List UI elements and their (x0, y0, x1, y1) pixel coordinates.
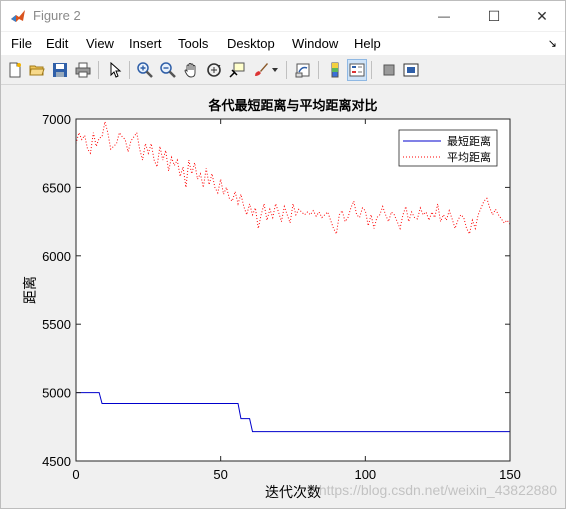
close-icon: ✕ (536, 7, 548, 24)
print-icon[interactable] (73, 59, 93, 81)
brush-icon[interactable] (251, 59, 271, 81)
hide-plot-tools-icon[interactable] (379, 59, 399, 81)
colorbar-icon[interactable] (325, 59, 345, 81)
y-axis-label: 距离 (22, 276, 38, 304)
edit-plot-icon[interactable] (105, 59, 125, 81)
rotate-3d-icon[interactable] (204, 59, 224, 81)
minimize-icon: — (438, 9, 450, 23)
toolbar-separator (98, 61, 99, 79)
matlab-logo-icon (11, 10, 25, 22)
y-tick-label: 5000 (42, 386, 71, 401)
toolbar-separator (318, 61, 319, 79)
menu-desktop[interactable]: Desktop (227, 36, 275, 51)
figure-plot[interactable]: 0 50 100 150 4500 5000 5500 6000 6500 7000 各代最短距离… (1, 85, 565, 508)
new-figure-icon[interactable] (5, 59, 25, 81)
save-icon[interactable] (50, 59, 70, 81)
x-tick-label: 150 (499, 467, 521, 482)
zoom-in-icon[interactable] (135, 59, 155, 81)
menu-bar: File Edit View Insert Tools Desktop Wind… (1, 32, 565, 55)
close-button[interactable]: ✕ (519, 1, 565, 31)
y-tick-label: 6500 (42, 180, 71, 195)
legend-label-min: 最短距离 (447, 134, 491, 148)
toolbar-separator (129, 61, 130, 79)
toolbar-separator (371, 61, 372, 79)
figure-canvas-area: 0 50 100 150 4500 5000 5500 6000 6500 7000 各代最短距离… (1, 85, 565, 508)
y-tick-label: 6000 (42, 249, 71, 264)
open-file-icon[interactable] (27, 59, 47, 81)
menu-edit[interactable]: Edit (46, 36, 68, 51)
legend[interactable]: 最短距离 平均距离 (398, 129, 498, 167)
x-axis-label: 迭代次数 (265, 484, 321, 500)
window-title: Figure 2 (33, 8, 81, 23)
pan-icon[interactable] (181, 59, 201, 81)
axes-background (76, 119, 510, 461)
data-cursor-icon[interactable] (227, 59, 247, 81)
watermark-text: https://blog.csdn.net/weixin_43822880 (319, 482, 557, 498)
figure-window: Figure 2 — ☐ ✕ File Edit View Insert Too… (0, 0, 566, 509)
link-plot-icon[interactable] (293, 59, 313, 81)
minimize-button[interactable]: — (421, 1, 467, 31)
menu-file[interactable]: File (11, 36, 32, 51)
y-tick-label: 7000 (42, 112, 71, 127)
maximize-icon: ☐ (487, 7, 501, 24)
figure-toolbar (1, 56, 565, 85)
toolbar-separator (286, 61, 287, 79)
menu-overflow-arrow-icon[interactable]: ↘ (548, 37, 557, 50)
show-plot-tools-icon[interactable] (401, 59, 421, 81)
menu-view[interactable]: View (86, 36, 114, 51)
y-tick-label: 4500 (42, 454, 71, 469)
x-tick-label: 50 (213, 467, 227, 482)
menu-insert[interactable]: Insert (129, 36, 162, 51)
maximize-button[interactable]: ☐ (471, 1, 517, 31)
title-bar[interactable]: Figure 2 — ☐ ✕ (1, 1, 565, 31)
zoom-out-icon[interactable] (158, 59, 178, 81)
x-tick-label: 0 (72, 467, 79, 482)
menu-help[interactable]: Help (354, 36, 381, 51)
x-tick-label: 100 (354, 467, 376, 482)
legend-icon[interactable] (347, 59, 367, 81)
y-tick-label: 5500 (42, 317, 71, 332)
menu-tools[interactable]: Tools (178, 36, 208, 51)
menu-window[interactable]: Window (292, 36, 338, 51)
brush-dropdown-icon[interactable] (269, 59, 281, 81)
legend-label-avg: 平均距离 (447, 150, 491, 164)
chart-title: 各代最短距离与平均距离对比 (207, 98, 377, 113)
